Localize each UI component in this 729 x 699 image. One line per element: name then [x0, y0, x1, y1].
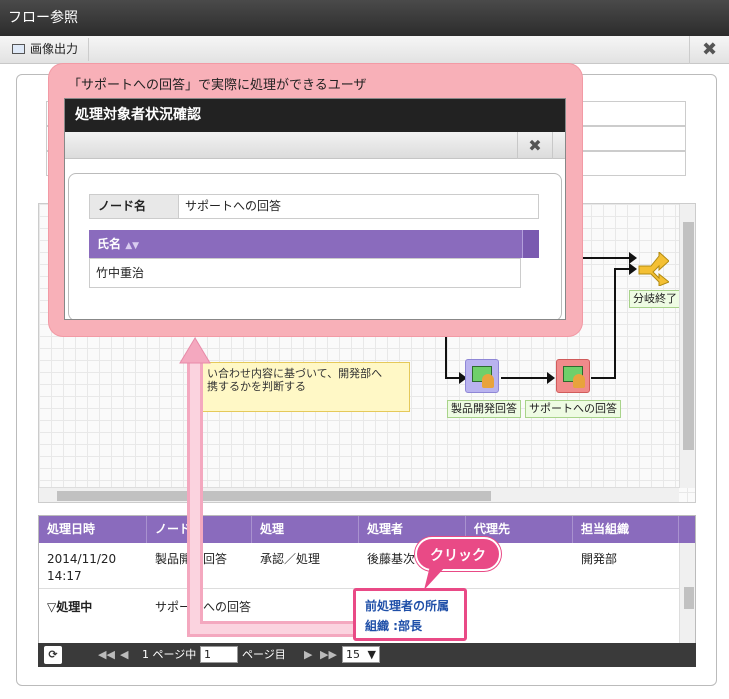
arrow-head — [547, 372, 555, 384]
last-page-icon[interactable]: ▶▶ — [320, 643, 337, 667]
page-prefix: 1 ページ中 — [142, 648, 197, 661]
column-header[interactable]: 処理日時 — [39, 516, 147, 543]
vertical-scrollbar[interactable] — [679, 204, 695, 488]
date-text: 2014/11/20 — [47, 552, 117, 566]
click-bubble-tail — [424, 566, 446, 590]
scroll-thumb[interactable] — [684, 587, 694, 609]
node-name-label: ノード名 — [89, 194, 179, 219]
pager: ⟳ ◀◀ ◀ 1 ページ中 1 ページ目 ▶ ▶▶ 15 ▼ — [38, 643, 696, 667]
processor-link[interactable]: 前処理者の所属 — [365, 596, 449, 616]
page-size-value: 15 — [346, 648, 360, 661]
window-title: フロー参照 — [0, 0, 729, 36]
flow-arrow — [614, 268, 616, 379]
first-page-icon[interactable]: ◀◀ — [98, 643, 115, 667]
dialog-title: 処理対象者状況確認 — [65, 99, 565, 132]
time-text: 14:17 — [47, 569, 82, 583]
scroll-thumb[interactable] — [683, 222, 694, 450]
branch-end-icon[interactable] — [637, 250, 670, 287]
column-header-end — [522, 230, 539, 258]
processor-role[interactable]: 組織 :部長 — [365, 616, 422, 636]
flow-arrow — [591, 377, 615, 379]
table-cell: 2014/11/20 14:17 — [39, 544, 147, 585]
refresh-icon[interactable]: ⟳ — [44, 646, 62, 664]
node-label: 分岐終了 — [629, 290, 681, 308]
sort-icon[interactable]: ▲▼ — [125, 241, 139, 251]
processor-highlight[interactable]: 前処理者の所属 組織 :部長 — [353, 588, 467, 641]
page-suffix: ページ目 — [242, 648, 286, 661]
dialog-toolbar: ✖ — [65, 132, 565, 159]
image-icon — [12, 44, 25, 54]
page-input[interactable]: 1 — [200, 646, 238, 663]
page-size-select[interactable]: 15 ▼ — [342, 646, 380, 663]
chevron-down-icon: ▼ — [367, 648, 376, 661]
callout-text: 「サポートへの回答」で実際に処理ができるユーザ — [68, 78, 367, 93]
name-cell: 竹中重治 — [89, 258, 521, 288]
image-output-label: 画像出力 — [30, 42, 79, 56]
toolbar: 画像出力 ✖ — [0, 36, 729, 64]
next-page-icon[interactable]: ▶ — [304, 643, 312, 667]
name-header-label: 氏名 — [97, 237, 122, 251]
table-cell: ▽処理中 — [47, 600, 93, 614]
close-icon[interactable]: ✖ — [689, 36, 729, 64]
node-name-value: サポートへの回答 — [178, 194, 539, 219]
user-task-icon[interactable] — [556, 359, 590, 393]
grid-scrollbar[interactable] — [679, 543, 695, 643]
table-cell: 開発部 — [581, 552, 618, 566]
column-header-end — [679, 516, 695, 543]
node-label: サポートへの回答 — [525, 400, 621, 418]
column-header[interactable]: 担当組織 — [573, 516, 679, 543]
close-icon[interactable]: ✖ — [517, 132, 553, 159]
prev-page-icon[interactable]: ◀ — [120, 643, 128, 667]
flow-arrow — [501, 377, 549, 379]
dialog: 処理対象者状況確認 ✖ ノード名 サポートへの回答 氏名 ▲▼ 竹中重治 — [64, 98, 566, 320]
name-column-header[interactable]: 氏名 ▲▼ — [89, 230, 539, 258]
image-output-button[interactable]: 画像出力 — [8, 38, 90, 61]
arrow-head — [629, 263, 637, 275]
